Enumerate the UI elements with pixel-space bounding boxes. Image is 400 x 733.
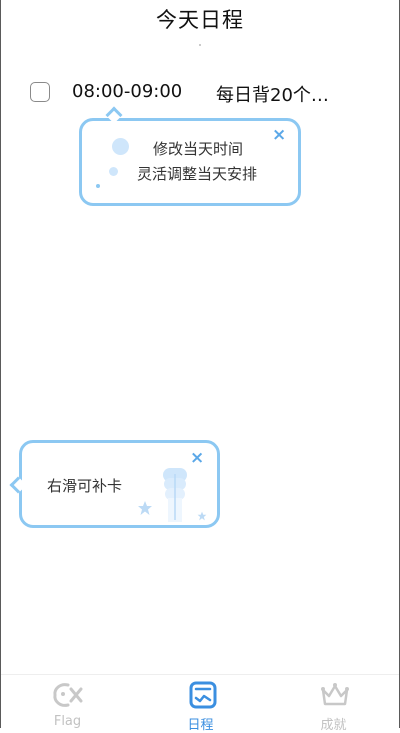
- task-row[interactable]: 08:00-09:00 每日背20个…: [30, 80, 390, 108]
- bubble-decoration: [109, 167, 118, 176]
- crown-icon: [321, 683, 349, 706]
- swipe-finger-icon: [163, 468, 187, 522]
- calendar-icon: [189, 681, 217, 709]
- tooltip-line-2: 灵活调整当天安排: [137, 165, 258, 183]
- close-tooltip-icon[interactable]: ×: [190, 450, 204, 467]
- star-icon: [197, 511, 207, 521]
- star-icon: [138, 501, 152, 515]
- tab-flag[interactable]: Flag: [1, 675, 134, 730]
- title-dot: [199, 44, 201, 46]
- tab-schedule-label: 日程: [187, 718, 214, 733]
- bubble-decoration: [96, 184, 100, 188]
- fish-icon: [53, 683, 83, 707]
- close-tooltip-icon[interactable]: ×: [272, 127, 286, 144]
- tab-schedule[interactable]: 日程: [134, 675, 267, 733]
- task-time: 08:00-09:00: [72, 81, 183, 102]
- bubble-decoration: [112, 138, 129, 155]
- edit-time-tooltip: [79, 118, 301, 206]
- screen-frame: [0, 0, 400, 728]
- task-checkbox[interactable]: [30, 82, 50, 102]
- bottom-tab-bar: Flag 日程 成就: [1, 674, 400, 733]
- tab-achievement-label: 成就: [320, 718, 347, 733]
- tooltip-line-1: 修改当天时间: [153, 140, 244, 158]
- swipe-hint-text: 右滑可补卡: [47, 477, 123, 495]
- tab-achievement[interactable]: 成就: [267, 675, 400, 733]
- task-title[interactable]: 每日背20个…: [216, 81, 329, 107]
- page-title: 今天日程: [156, 8, 244, 32]
- tab-flag-label: Flag: [53, 714, 82, 729]
